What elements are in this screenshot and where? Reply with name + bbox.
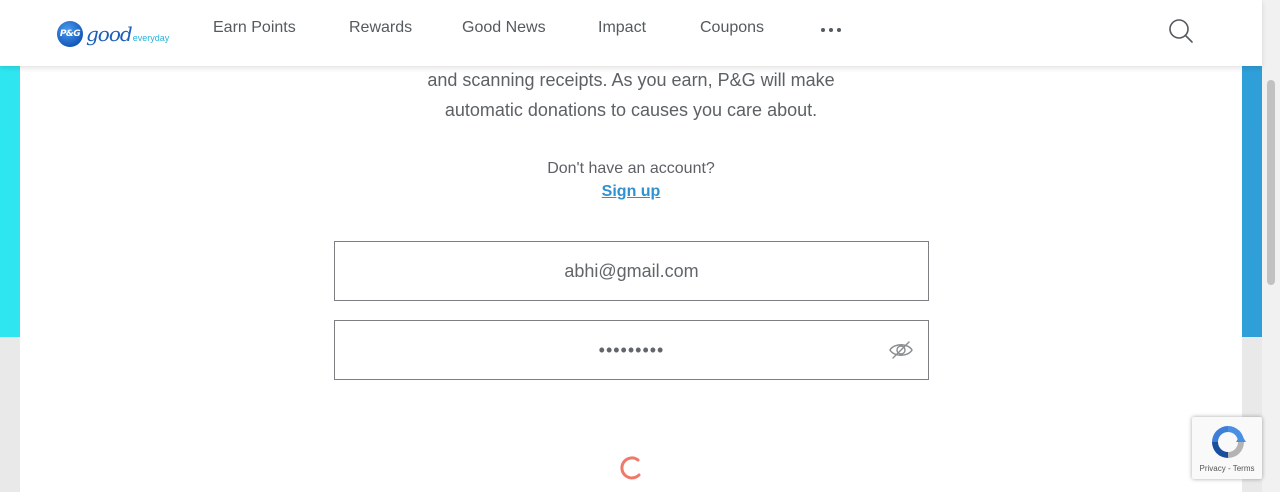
- nav-impact[interactable]: Impact: [598, 19, 646, 37]
- nav-coupons[interactable]: Coupons: [700, 19, 764, 37]
- nav-good-news[interactable]: Good News: [462, 19, 546, 37]
- scrollbar[interactable]: [1262, 0, 1280, 492]
- logo-badge: P&G: [57, 21, 83, 47]
- recaptcha-privacy-terms[interactable]: Privacy - Terms: [1192, 464, 1262, 473]
- intro-line-2: automatic donations to causes you care a…: [444, 100, 818, 120]
- search-icon[interactable]: [1168, 18, 1194, 44]
- site-header: P&G good everyday Earn Points Rewards Go…: [0, 0, 1262, 66]
- recaptcha-icon: [1212, 426, 1246, 458]
- no-account-text: Don't have an account?: [547, 160, 715, 177]
- logo-everyday-text: everyday: [132, 33, 170, 43]
- email-field[interactable]: [334, 241, 929, 301]
- nav-earn-points[interactable]: Earn Points: [213, 19, 296, 37]
- intro-line-1: and scanning receipts. As you earn, P&G …: [427, 70, 835, 90]
- pg-good-everyday-logo[interactable]: P&G good everyday: [57, 18, 169, 50]
- scrollbar-thumb[interactable]: [1267, 80, 1275, 285]
- recaptcha-badge[interactable]: Privacy - Terms: [1192, 417, 1262, 479]
- nav-rewards[interactable]: Rewards: [349, 19, 412, 37]
- more-horizontal-icon[interactable]: [821, 28, 841, 32]
- password-field[interactable]: [334, 320, 929, 380]
- loading-spinner-icon: [620, 456, 641, 480]
- logo-good-text: good: [86, 22, 133, 46]
- sign-up-link[interactable]: Sign up: [531, 183, 731, 201]
- eye-slash-icon[interactable]: [888, 339, 914, 361]
